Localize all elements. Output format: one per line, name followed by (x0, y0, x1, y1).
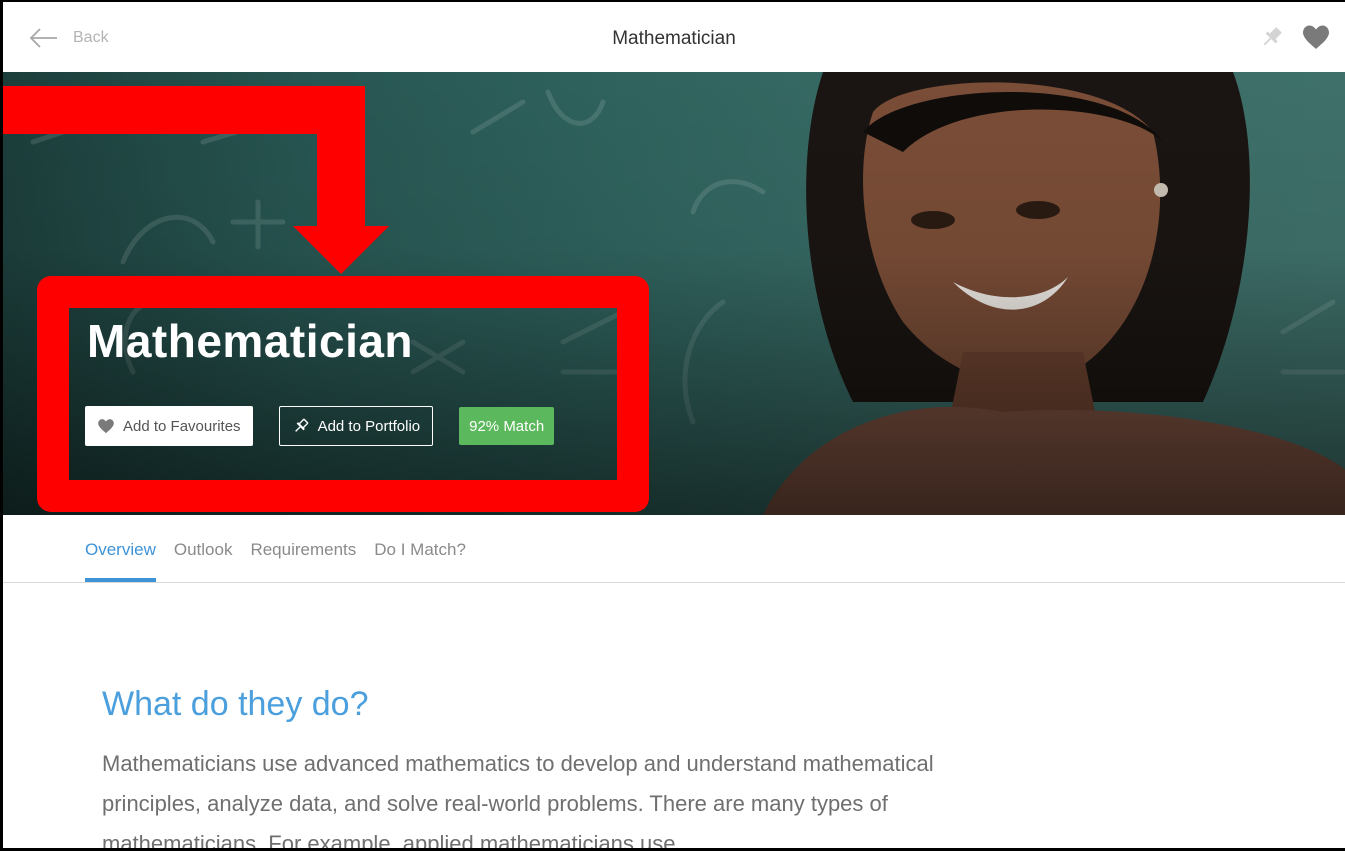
add-to-portfolio-button[interactable]: Add to Portfolio (278, 406, 434, 446)
section-heading: What do they do? (102, 685, 369, 724)
heart-icon[interactable] (1301, 24, 1331, 50)
section-tabs: Overview Outlook Requirements Do I Match? (3, 515, 1345, 583)
hero-actions: Add to Favourites Add to Portfolio 92% M… (85, 406, 555, 446)
pin-icon[interactable] (1259, 24, 1285, 50)
tab-do-i-match[interactable]: Do I Match? (374, 540, 466, 582)
tab-outlook[interactable]: Outlook (174, 540, 233, 582)
match-badge[interactable]: 92% Match (459, 407, 555, 445)
career-title: Mathematician (87, 315, 414, 367)
app-window: Back Mathematician Mathematician Add to … (0, 0, 1345, 851)
pin-icon (292, 417, 310, 435)
top-actions (1259, 24, 1331, 50)
description-paragraph: Mathematicians use advanced mathematics … (102, 751, 934, 851)
tab-list: Overview Outlook Requirements Do I Match? (85, 540, 466, 582)
heart-icon (97, 418, 115, 434)
add-to-favourites-label: Add to Favourites (123, 417, 241, 435)
add-to-portfolio-label: Add to Portfolio (317, 417, 421, 435)
annotation-arrow (3, 86, 389, 274)
page-title: Mathematician (612, 28, 736, 49)
tab-overview[interactable]: Overview (85, 540, 156, 582)
add-to-favourites-button[interactable]: Add to Favourites (85, 406, 253, 446)
tab-requirements[interactable]: Requirements (250, 540, 356, 582)
top-navigation-bar: Back Mathematician (3, 2, 1345, 73)
